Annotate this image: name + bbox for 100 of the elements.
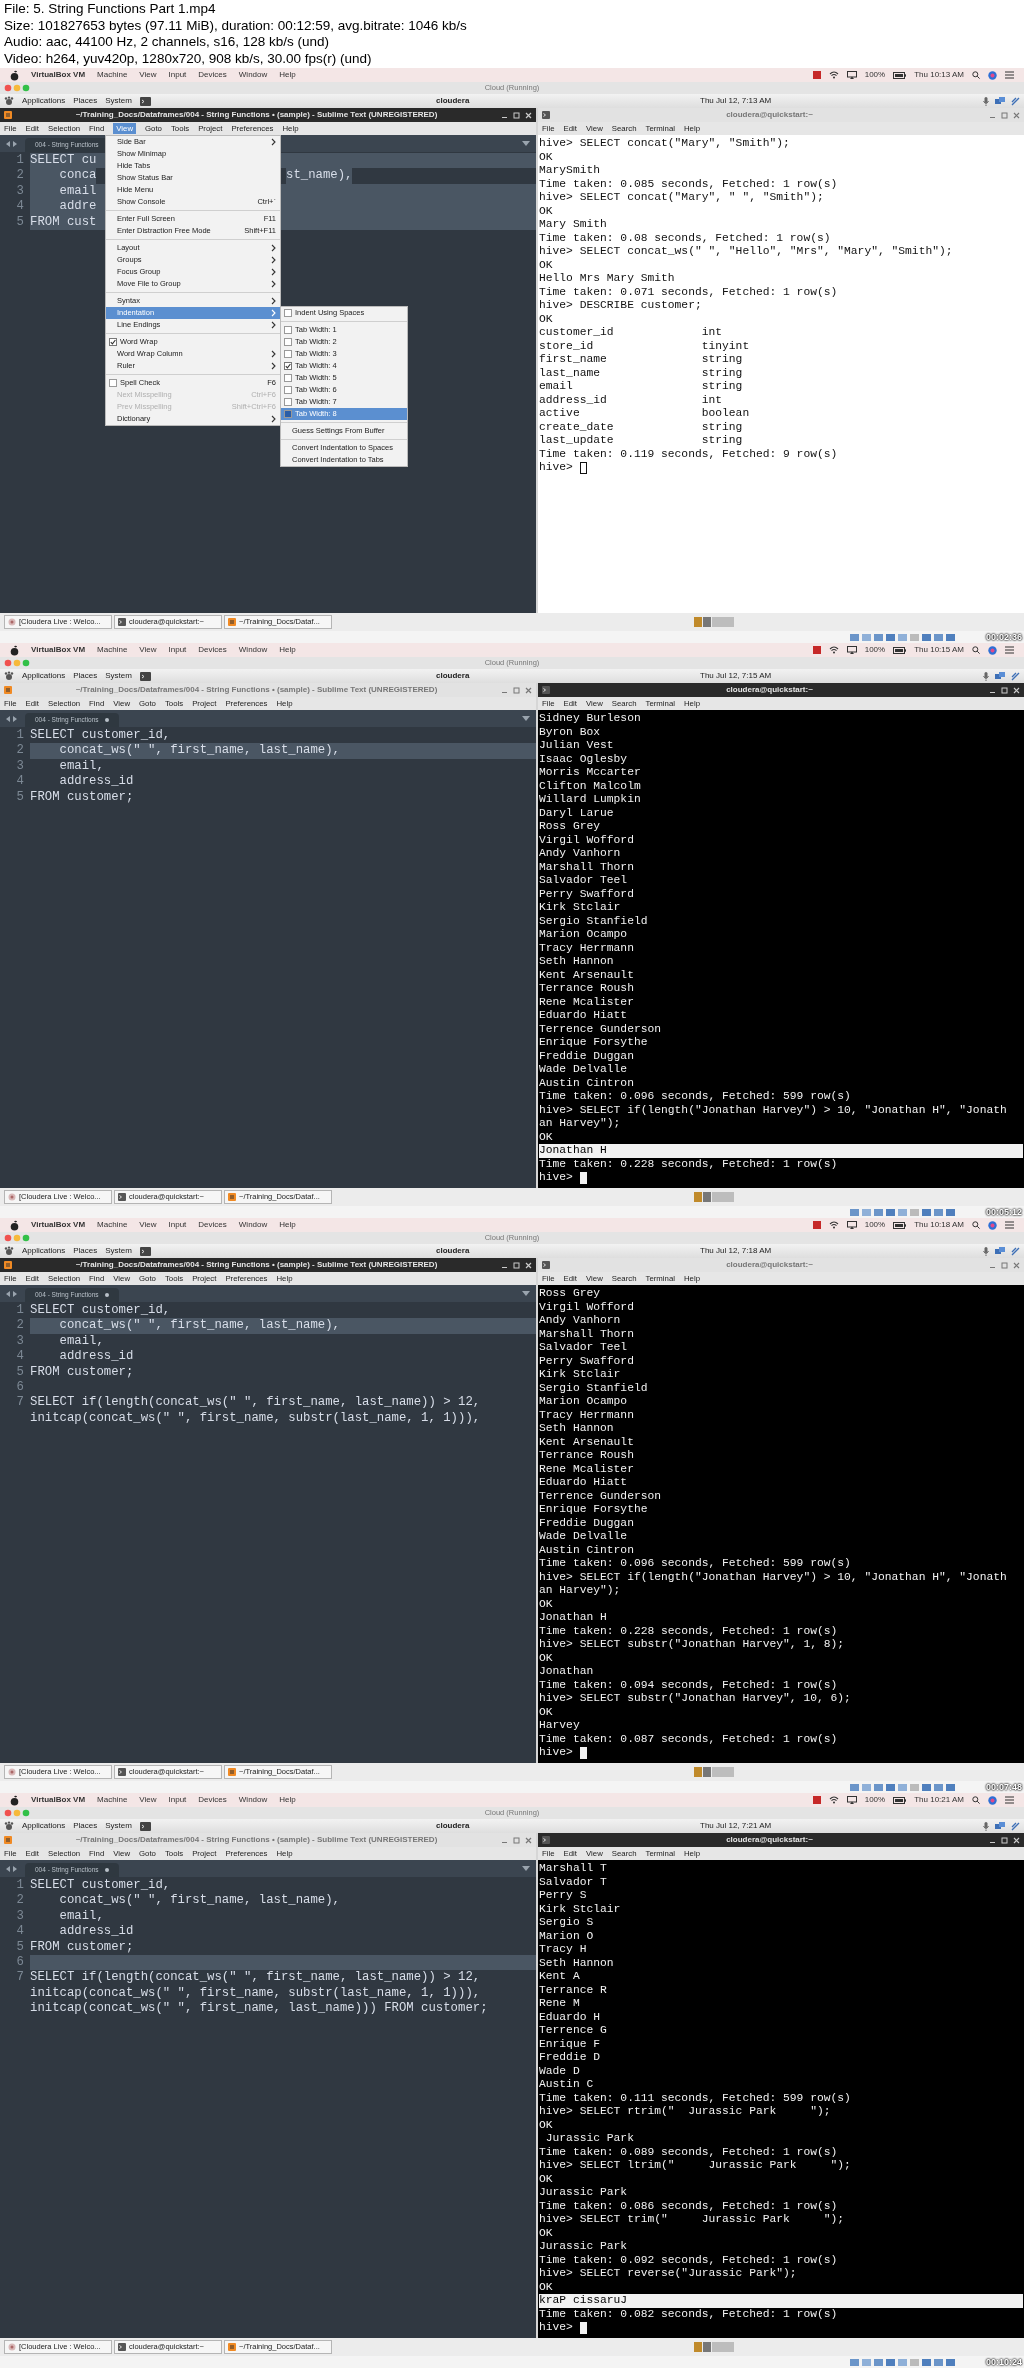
menu-item[interactable]: Devices [198, 1219, 227, 1231]
workspace-switcher-icon[interactable] [694, 1191, 734, 1203]
orb-icon[interactable] [988, 1220, 997, 1230]
window-title-bar[interactable]: cloudera@quickstart:~ [538, 683, 1024, 697]
menu-icon[interactable] [1005, 646, 1014, 654]
menu-item[interactable]: View [139, 1794, 157, 1806]
menu-icon[interactable] [1005, 1221, 1014, 1229]
terminal-icon[interactable] [139, 96, 151, 106]
window-title-bar[interactable]: cloudera@quickstart:~ [538, 1833, 1024, 1847]
orb-icon[interactable] [988, 645, 997, 655]
menu-item[interactable]: Input [168, 644, 187, 656]
menu-item[interactable]: Help [279, 1219, 296, 1231]
checkbox[interactable] [284, 326, 292, 334]
orb-icon[interactable] [988, 70, 997, 80]
close-icon[interactable] [1013, 1836, 1020, 1844]
app-status-icon[interactable] [812, 1221, 821, 1229]
search-icon[interactable] [972, 1221, 980, 1229]
orb-icon[interactable] [988, 1795, 997, 1805]
battery-icon[interactable] [893, 71, 907, 79]
panel-clock[interactable]: Thu Jul 12, 7:18 AM [700, 1245, 772, 1257]
menu-item[interactable]: Input [168, 69, 187, 81]
apple-icon[interactable] [10, 1794, 19, 1806]
workspace-switcher-icon[interactable] [694, 1766, 734, 1778]
menu-item[interactable]: Devices [198, 69, 227, 81]
menu-item[interactable]: Machine [97, 644, 128, 656]
menu-item[interactable]: Window [238, 1794, 268, 1806]
maximize-icon[interactable] [513, 1261, 520, 1269]
microphone-icon[interactable] [983, 1246, 989, 1256]
app-status-icon[interactable] [812, 646, 821, 654]
menu-item[interactable]: Machine [97, 69, 128, 81]
menu-item[interactable]: View [139, 644, 157, 656]
menu-icon[interactable] [1005, 1796, 1014, 1804]
close-icon[interactable] [525, 111, 532, 119]
menu-item[interactable]: Devices [198, 644, 227, 656]
checkbox[interactable] [284, 386, 292, 394]
menu-bar-clock[interactable]: Thu 10:13 AM [914, 69, 964, 81]
menu-item[interactable]: Places [73, 1245, 98, 1257]
menu-item[interactable]: VirtualBox VM [31, 69, 86, 81]
checkbox[interactable] [109, 338, 117, 346]
battery-icon[interactable] [893, 1221, 907, 1229]
search-icon[interactable] [972, 71, 980, 79]
tab-arrows-icon[interactable] [6, 1290, 17, 1297]
panel-clock[interactable]: Thu Jul 12, 7:15 AM [700, 670, 772, 682]
menu-item[interactable]: Window [238, 644, 268, 656]
menu-item[interactable]: VirtualBox VM [31, 1794, 86, 1806]
menu-item[interactable]: Machine [97, 1219, 128, 1231]
menu-item[interactable]: VirtualBox VM [31, 644, 86, 656]
menu-item[interactable]: View [139, 1219, 157, 1231]
menu-item[interactable]: Help [279, 1794, 296, 1806]
display-icon[interactable] [846, 71, 857, 79]
dropdown-icon[interactable] [522, 1866, 530, 1871]
network-icon[interactable] [995, 1246, 1005, 1256]
apple-icon[interactable] [10, 1219, 19, 1231]
checkbox[interactable] [284, 338, 292, 346]
checkbox[interactable] [284, 362, 292, 370]
checkbox[interactable] [284, 398, 292, 406]
dropdown-icon[interactable] [522, 1291, 530, 1296]
display-icon[interactable] [846, 1221, 857, 1229]
tab-arrows-icon[interactable] [6, 715, 17, 722]
menu-item[interactable]: Places [73, 670, 98, 682]
display-icon[interactable] [846, 1796, 857, 1804]
dropdown-icon[interactable] [522, 141, 530, 146]
menu-item[interactable]: Applications [22, 670, 66, 682]
checkbox[interactable] [284, 410, 292, 418]
menu-item[interactable]: Devices [198, 1794, 227, 1806]
menu-item[interactable]: Input [168, 1219, 187, 1231]
foot-icon[interactable] [4, 96, 14, 106]
menu-bar-clock[interactable]: Thu 10:18 AM [914, 1219, 964, 1231]
menu-item[interactable]: VirtualBox VM [31, 1219, 86, 1231]
menu-item[interactable]: Places [73, 95, 98, 107]
menu-bar-clock[interactable]: Thu 10:15 AM [914, 644, 964, 656]
window-title-bar[interactable]: ~/Training_Docs/Dataframes/004 - String Functions • (sample) - Sublime Text (UNREGISTERED) [0, 108, 536, 122]
foot-icon[interactable] [4, 671, 14, 681]
maximize-icon[interactable] [1001, 1836, 1008, 1844]
wifi-icon[interactable] [828, 646, 839, 654]
apple-icon[interactable] [10, 644, 19, 656]
checkbox[interactable] [109, 379, 117, 387]
menu-item[interactable]: Machine [97, 1794, 128, 1806]
menu-item[interactable]: Input [168, 1794, 187, 1806]
menu-item[interactable]: Applications [22, 1820, 66, 1832]
menu-item[interactable]: Applications [22, 95, 66, 107]
microphone-icon[interactable] [983, 671, 989, 681]
checkbox[interactable] [284, 374, 292, 382]
menu-item[interactable]: Help [279, 644, 296, 656]
search-icon[interactable] [972, 646, 980, 654]
menu-item[interactable]: System [105, 670, 132, 682]
maximize-icon[interactable] [513, 111, 520, 119]
display-icon[interactable] [846, 646, 857, 654]
menu-icon[interactable] [1005, 71, 1014, 79]
panel-clock[interactable]: Thu Jul 12, 7:13 AM [700, 95, 772, 107]
menu-item[interactable]: Applications [22, 1245, 66, 1257]
panel-clock[interactable]: Thu Jul 12, 7:21 AM [700, 1820, 772, 1832]
menu-item[interactable]: Places [73, 1820, 98, 1832]
search-icon[interactable] [972, 1796, 980, 1804]
foot-icon[interactable] [4, 1246, 14, 1256]
menu-item[interactable]: Window [238, 69, 268, 81]
microphone-icon[interactable] [983, 96, 989, 106]
wifi-icon[interactable] [828, 71, 839, 79]
tab-arrows-icon[interactable] [6, 140, 17, 147]
battery-icon[interactable] [893, 1796, 907, 1804]
